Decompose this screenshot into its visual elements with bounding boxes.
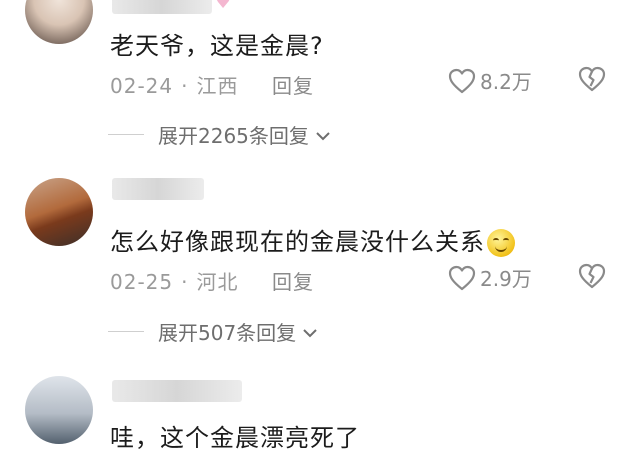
reply-button[interactable]: 回复 <box>272 70 314 99</box>
comment-text: 哇，这个金晨漂亮死了 <box>110 424 360 452</box>
chevron-down-icon <box>302 320 318 344</box>
comment-meta: 02-25 · 河北 <box>110 266 238 295</box>
expand-replies-button[interactable]: 展开2265条回复 <box>108 120 331 149</box>
dislike-button[interactable] <box>578 263 606 293</box>
comment-location: 江西 <box>196 74 239 98</box>
comment-text: 老天爷，这是金晨? <box>110 32 324 60</box>
avatar[interactable] <box>25 376 93 444</box>
dislike-button[interactable] <box>578 66 606 96</box>
username-blurred[interactable] <box>112 0 212 14</box>
comment-date: 02-25 <box>110 270 174 294</box>
reply-button[interactable]: 回复 <box>272 266 314 295</box>
divider-line <box>108 331 144 332</box>
smile-emoji-icon <box>487 229 515 257</box>
divider-line <box>108 134 144 135</box>
comment-meta: 02-24 · 江西 <box>110 70 238 99</box>
heart-outline-icon <box>448 265 476 290</box>
heart-outline-icon <box>448 68 476 93</box>
comment-location: 河北 <box>196 270 239 294</box>
pink-heart-icon: ♥ <box>215 0 232 13</box>
like-count: 2.9万 <box>480 267 532 291</box>
comment-text: 怎么好像跟现在的金晨没什么关系 <box>110 222 515 257</box>
expand-replies-label: 展开507条回复 <box>158 321 297 345</box>
broken-heart-icon <box>578 66 606 92</box>
like-button[interactable]: 2.9万 <box>448 263 532 292</box>
expand-replies-button[interactable]: 展开507条回复 <box>108 317 318 346</box>
comment-date: 02-24 <box>110 74 174 98</box>
username-blurred[interactable] <box>112 178 204 200</box>
avatar[interactable] <box>25 0 93 44</box>
like-count: 8.2万 <box>480 70 532 94</box>
like-button[interactable]: 8.2万 <box>448 66 532 95</box>
comment-text-body: 怎么好像跟现在的金晨没什么关系 <box>110 228 485 256</box>
username-blurred[interactable] <box>112 380 242 402</box>
meta-separator: · <box>181 270 189 294</box>
meta-separator: · <box>181 74 189 98</box>
expand-replies-label: 展开2265条回复 <box>158 124 309 148</box>
avatar[interactable] <box>25 178 93 246</box>
chevron-down-icon <box>315 123 331 147</box>
broken-heart-icon <box>578 263 606 289</box>
